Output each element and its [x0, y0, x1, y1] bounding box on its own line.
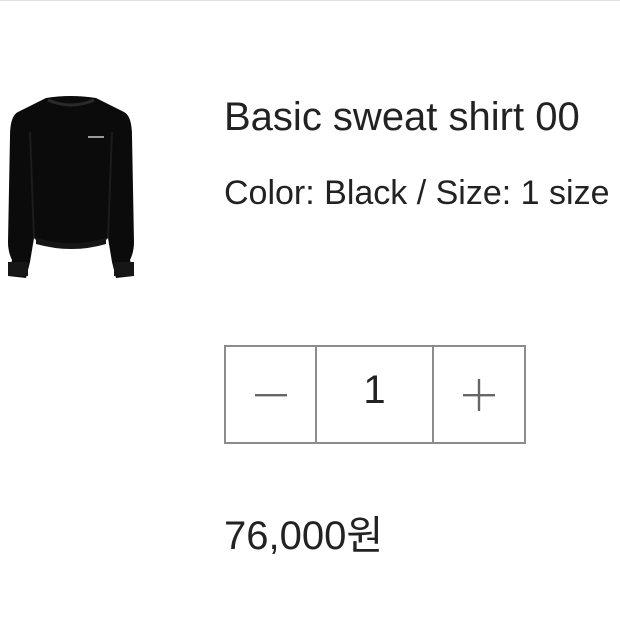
product-thumbnail[interactable] [0, 92, 145, 287]
quantity-stepper: 1 [224, 345, 526, 444]
quantity-increase-button[interactable] [434, 347, 524, 442]
top-divider [0, 0, 620, 1]
product-title[interactable]: Basic sweat shirt 00 [224, 94, 580, 140]
product-price: 76,000원 [224, 514, 384, 558]
quantity-decrease-button[interactable] [226, 347, 317, 442]
product-options: Color: Black / Size: 1 size [224, 174, 610, 212]
quantity-value[interactable]: 1 [317, 347, 434, 442]
plus-icon [463, 378, 495, 411]
minus-icon [254, 393, 287, 396]
sweatshirt-image-icon [8, 96, 134, 278]
